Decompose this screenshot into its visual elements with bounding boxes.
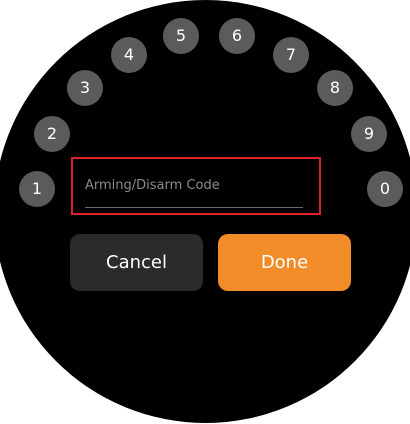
- digit-2-button[interactable]: 2: [34, 116, 70, 152]
- input-underline: [85, 207, 303, 208]
- digit-9-button[interactable]: 9: [351, 116, 387, 152]
- digit-8-button[interactable]: 8: [317, 70, 353, 106]
- digit-0-button[interactable]: 0: [367, 171, 403, 207]
- code-field-focus-outline: [71, 157, 321, 215]
- stage: 1 2 3 4 5 6 7 8 9 0 Cancel Done: [0, 0, 410, 424]
- digit-5-button[interactable]: 5: [163, 18, 199, 54]
- digit-3-button[interactable]: 3: [67, 70, 103, 106]
- digit-4-button[interactable]: 4: [111, 37, 147, 73]
- digit-1-button[interactable]: 1: [19, 171, 55, 207]
- digit-7-button[interactable]: 7: [273, 37, 309, 73]
- done-button[interactable]: Done: [218, 234, 351, 291]
- digit-6-button[interactable]: 6: [219, 18, 255, 54]
- arming-code-input[interactable]: [85, 167, 303, 203]
- cancel-button[interactable]: Cancel: [70, 234, 203, 291]
